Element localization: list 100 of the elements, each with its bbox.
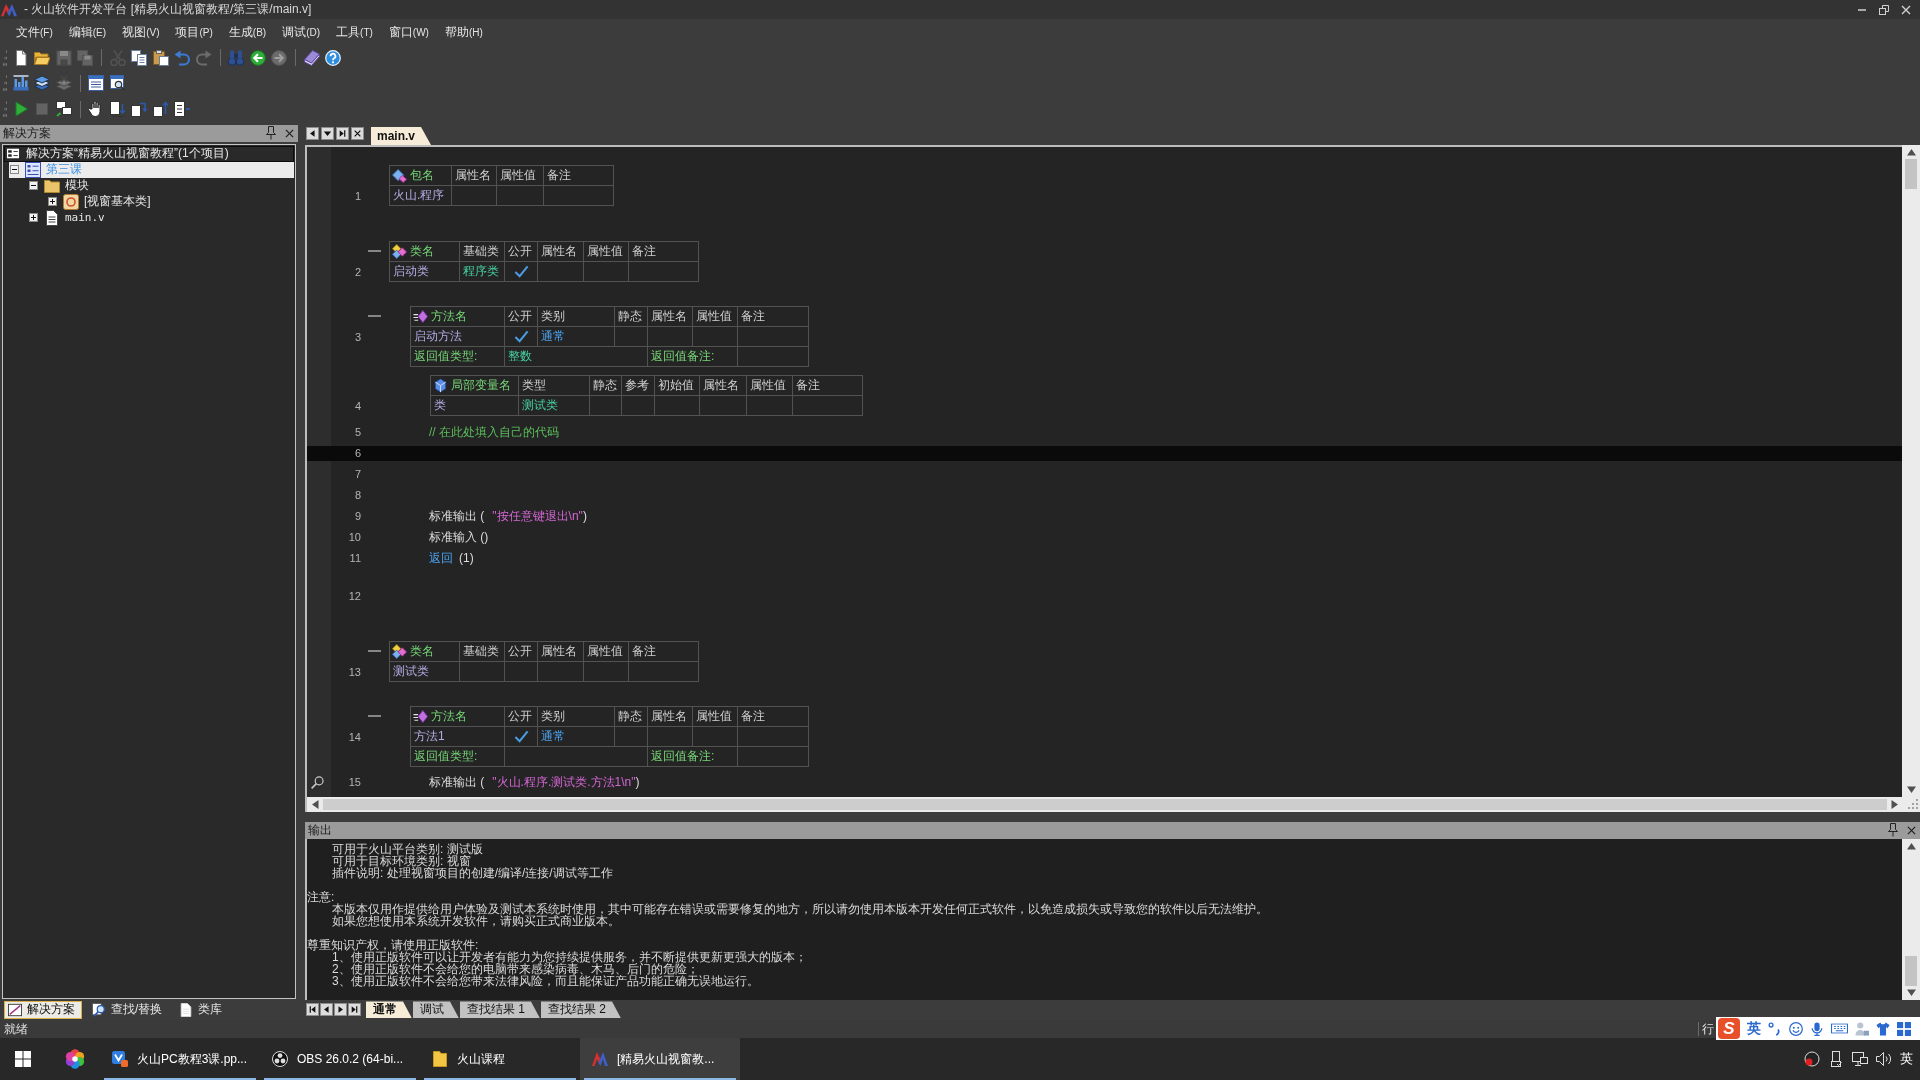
pin-icon[interactable]: [265, 126, 277, 141]
menu-item[interactable]: 项目(P): [167, 20, 221, 44]
output-line: 可用于火山平台类别: 测试版: [332, 842, 483, 855]
output-tab[interactable]: 查找结果 2: [541, 1001, 622, 1019]
document-arrow-icon[interactable]: [131, 101, 148, 118]
table-cell: [747, 395, 793, 416]
vertical-scrollbar[interactable]: [1902, 144, 1920, 797]
restore-icon[interactable]: [1879, 4, 1889, 15]
close-icon[interactable]: [285, 128, 294, 138]
grid-icon[interactable]: [1897, 1021, 1911, 1036]
list-window-icon[interactable]: [88, 75, 105, 92]
output-tab[interactable]: 通常: [366, 1001, 412, 1019]
smiley-icon[interactable]: [1789, 1021, 1803, 1036]
tree-item[interactable]: 模块: [28, 177, 294, 194]
menu-item[interactable]: 调试(D): [274, 20, 329, 44]
menu-item[interactable]: 窗口(W): [380, 20, 437, 44]
volume-icon[interactable]: [1876, 1051, 1892, 1067]
close-icon[interactable]: [1907, 825, 1916, 835]
up-arrow-icon[interactable]: [1906, 147, 1916, 157]
panel-tab[interactable]: 查找/替换: [88, 1000, 170, 1019]
microphone-icon[interactable]: [1810, 1021, 1824, 1036]
minimize-icon[interactable]: [1857, 8, 1867, 11]
keyboard-icon[interactable]: [1831, 1022, 1848, 1035]
book-icon[interactable]: [303, 49, 320, 66]
arrow-to-start-icon[interactable]: [306, 1003, 319, 1017]
up-arrow-icon[interactable]: [1906, 841, 1916, 851]
copy-icon[interactable]: [131, 49, 148, 66]
down-arrow-icon[interactable]: [1906, 784, 1916, 794]
resize-grip-icon[interactable]: [1908, 799, 1918, 810]
panel-tab[interactable]: 类库: [175, 1000, 230, 1019]
usb-drive-icon[interactable]: [1828, 1051, 1844, 1067]
table-cell: 通常: [538, 726, 615, 747]
menu-item[interactable]: 帮助(H): [436, 20, 491, 44]
header-cell: 初始值: [655, 375, 700, 396]
document-arrow-icon[interactable]: [109, 101, 126, 118]
ring-square-icon: [63, 193, 79, 210]
table-cell: [648, 726, 693, 747]
folder-icon: [44, 177, 60, 194]
down-arrow-icon[interactable]: [1906, 987, 1916, 997]
undo-icon[interactable]: [174, 49, 191, 66]
bar-chart-icon[interactable]: [12, 75, 29, 92]
menu-item[interactable]: 生成(B): [220, 20, 275, 44]
screens-icon[interactable]: [55, 101, 72, 118]
collapse-icon[interactable]: [10, 165, 19, 175]
person-icon[interactable]: [1855, 1021, 1869, 1036]
editor-tab[interactable]: main.v: [371, 126, 431, 145]
panel-tab[interactable]: 解决方案: [4, 1000, 82, 1019]
toolbar-grip-icon[interactable]: [3, 49, 7, 66]
menu-item[interactable]: 工具(T): [328, 20, 381, 44]
scroll-thumb[interactable]: [1905, 158, 1917, 189]
right-arrow-icon[interactable]: [1890, 799, 1899, 809]
start-icon[interactable]: [15, 1051, 31, 1067]
header-cell: 基础类: [460, 641, 505, 662]
play-icon[interactable]: [12, 101, 29, 118]
input-mode-toggle[interactable]: 英: [1747, 1019, 1761, 1038]
header-cell: 静态: [590, 375, 622, 396]
tree-item[interactable]: main.v: [28, 209, 294, 226]
header-cell: 公开: [505, 641, 538, 662]
punctuation-icon[interactable]: [1768, 1021, 1782, 1036]
table-cell: [693, 326, 738, 347]
arrow-to-end-icon[interactable]: [336, 126, 349, 140]
vertical-scrollbar[interactable]: [1902, 838, 1920, 1000]
toolbar-grip-icon[interactable]: [3, 101, 7, 118]
header-cell: 备注: [738, 706, 809, 727]
pin-icon[interactable]: [1887, 823, 1899, 838]
arrow-to-end-icon[interactable]: [348, 1003, 361, 1017]
taskbar-button[interactable]: [精易火山视窗教...: [580, 1038, 740, 1080]
scroll-thumb[interactable]: [1905, 955, 1917, 986]
window-magnifier-icon[interactable]: [109, 75, 126, 92]
expand-icon[interactable]: [29, 213, 38, 223]
output-tab[interactable]: 查找结果 1: [460, 1001, 540, 1019]
header-label: 方法名: [431, 707, 467, 725]
close-icon[interactable]: [351, 126, 364, 140]
shirt-icon[interactable]: [1876, 1021, 1890, 1036]
left-arrow-icon[interactable]: [311, 799, 320, 809]
scroll-thumb[interactable]: [323, 798, 1887, 810]
line-number: 11: [349, 552, 361, 565]
magnifier-icon[interactable]: [311, 775, 324, 789]
network-icon[interactable]: [1852, 1051, 1868, 1067]
menu-item[interactable]: 视图(V): [114, 20, 168, 44]
menu-item[interactable]: 文件(F): [8, 20, 61, 44]
clipboard-icon[interactable]: [152, 49, 169, 66]
language-indicator[interactable]: 英: [1900, 1050, 1913, 1068]
tree-item[interactable]: [视窗基本类]: [47, 193, 294, 210]
collapse-icon[interactable]: [29, 181, 38, 191]
tree-item[interactable]: 解决方案“精易火山视窗教程”(1个项目): [4, 145, 294, 162]
recording-icon[interactable]: [1804, 1051, 1820, 1067]
open-folder-icon[interactable]: [34, 49, 51, 66]
line-number: 7: [354, 468, 361, 481]
ime-logo[interactable]: S: [1718, 1018, 1740, 1039]
header-label: 局部变量名: [451, 376, 511, 394]
document-arrow-icon[interactable]: [152, 101, 169, 118]
document-arrow-icon[interactable]: [174, 101, 191, 118]
help-icon[interactable]: [325, 49, 342, 66]
toolbar-grip-icon[interactable]: [3, 75, 7, 92]
pinwheel-icon[interactable]: [65, 1049, 85, 1069]
output-tab[interactable]: 调试: [413, 1001, 459, 1019]
expand-icon[interactable]: [48, 197, 57, 207]
layers-icon[interactable]: [34, 75, 51, 92]
menu-item[interactable]: 编辑(E): [60, 20, 115, 44]
